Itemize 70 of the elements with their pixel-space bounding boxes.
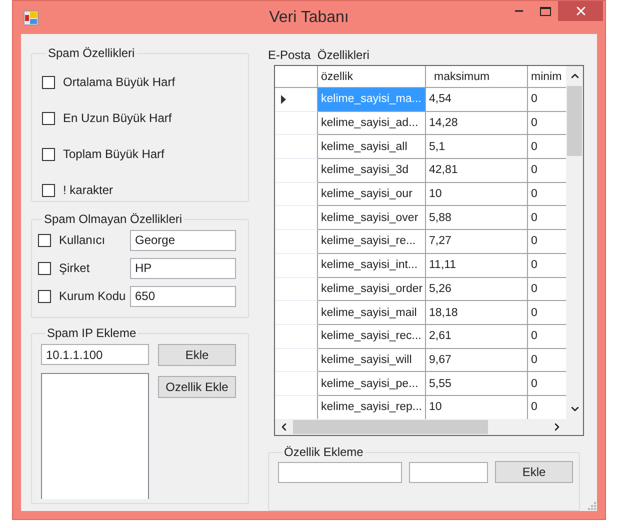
table-cell: kelime_sayisi_ad... [318,112,426,136]
checkbox[interactable] [38,290,51,302]
checkbox-label: Toplam Büyük Harf [63,147,164,161]
grid-title: E-Posta Özellikleri [268,48,370,62]
ip-list[interactable] [41,373,149,499]
close-button[interactable] [558,1,603,21]
table-cell: 0 [528,348,566,372]
add-feature-button[interactable]: Ozellik Ekle [158,376,236,398]
checkbox[interactable] [38,234,51,246]
table-cell: kelime_sayisi_will [318,348,426,372]
table-cell: 9,67 [426,348,528,372]
maximize-icon [540,6,550,16]
checkbox-label: En Uzun Büyük Harf [63,111,172,125]
table-cell: 10 [426,182,528,206]
table-cell: kelime_sayisi_rec... [318,324,426,349]
table-cell: kelime_sayisi_ma... [318,88,426,112]
table-cell: kelime_sayisi_over [318,206,426,230]
text-field[interactable]: George [130,230,236,250]
table-cell: 18,18 [426,301,528,325]
table-cell: kelime_sayisi_3d [318,159,426,183]
ip-field[interactable]: 10.1.1.100 [41,344,149,365]
app-icon [23,10,39,26]
column-header[interactable]: özellik [318,66,426,88]
table-cell: kelime_sayisi_mail [318,301,426,325]
checkbox-label: Kullanıcı [59,233,106,247]
text-field[interactable]: HP [130,258,236,278]
add-button[interactable]: Ekle [495,461,573,483]
table-cell: 2,61 [426,324,528,349]
table-cell: 0 [528,278,566,302]
group-title: Spam Özellikleri [47,46,136,60]
resize-grip-icon[interactable] [586,500,596,510]
checkbox-label: Kurum Kodu [59,289,126,303]
row-header[interactable] [275,88,318,112]
checkbox[interactable] [42,76,55,88]
group-title: Özellik Ekleme [283,445,364,459]
window-title: Veri Tabanı [269,9,349,27]
table-cell: 14,28 [426,112,528,136]
scroll-thumb[interactable] [293,420,488,434]
table-cell: 5,1 [426,135,528,160]
table-cell: 5,55 [426,372,528,396]
table-cell: 5,88 [426,206,528,230]
table-cell: kelime_sayisi_re... [318,230,426,254]
checkbox[interactable] [42,112,55,124]
table-cell: 11,11 [426,254,528,278]
table-cell: kelime_sayisi_order [318,278,426,302]
checkbox[interactable] [42,148,55,160]
checkbox-label: ! karakter [63,183,114,197]
scroll-thumb[interactable] [567,86,582,156]
current-row-icon [281,94,286,104]
table-cell: 0 [528,112,566,136]
add-button[interactable]: Ekle [158,344,236,366]
table-cell: kelime_sayisi_our [318,182,426,206]
table-cell: 42,81 [426,159,528,183]
group-title: Spam Olmayan Özellikleri [43,212,184,226]
group-title: Spam IP Ekleme [46,326,138,340]
checkbox-label: Ortalama Büyük Harf [63,75,176,89]
checkbox-label: Şirket [59,261,90,275]
text-field[interactable] [409,462,488,482]
table-cell: kelime_sayisi_all [318,135,426,160]
checkbox[interactable] [38,262,51,274]
header-corner [275,66,318,88]
table-cell: kelime_sayisi_int... [318,254,426,278]
checkbox[interactable] [42,184,55,196]
text-field[interactable] [278,462,402,482]
table-cell: 4,54 [426,88,528,112]
column-header[interactable]: maksimum [426,66,528,88]
table-cell: 5,26 [426,278,528,302]
text-field[interactable]: 650 [130,286,236,306]
table-cell: kelime_sayisi_pe... [318,372,426,396]
table-cell: 7,27 [426,230,528,254]
